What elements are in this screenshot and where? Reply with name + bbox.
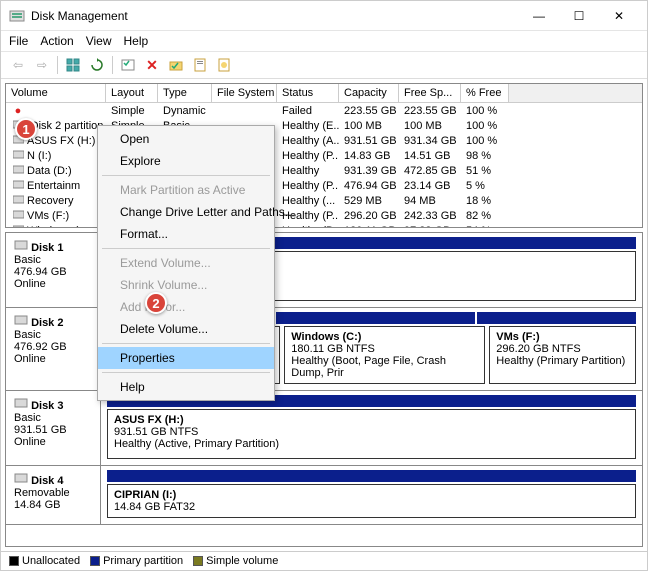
context-menu: Open Explore Mark Partition as Active Ch… xyxy=(97,125,275,401)
refresh-button[interactable] xyxy=(86,55,108,75)
col-filesystem[interactable]: File System xyxy=(212,84,277,102)
disk-type: Basic xyxy=(14,412,41,424)
ctx-explore[interactable]: Explore xyxy=(98,150,274,172)
toolbar-checklist-icon[interactable] xyxy=(117,55,139,75)
ctx-shrink: Shrink Volume... xyxy=(98,274,274,296)
disk-status: Online xyxy=(14,353,46,365)
ctx-help[interactable]: Help xyxy=(98,376,274,398)
window-minimize-button[interactable]: — xyxy=(519,2,559,30)
ctx-extend: Extend Volume... xyxy=(98,252,274,274)
col-status[interactable]: Status xyxy=(277,84,339,102)
toolbar-grid-icon[interactable] xyxy=(62,55,84,75)
delete-button[interactable]: ✕ xyxy=(141,55,163,75)
ctx-mark-active: Mark Partition as Active xyxy=(98,179,274,201)
disk-name: Disk 3 xyxy=(31,400,63,412)
disk-info[interactable]: Disk 3 Basic 931.51 GB Online xyxy=(6,391,101,465)
toolbar-folder-check-icon[interactable] xyxy=(165,55,187,75)
ctx-change-letter[interactable]: Change Drive Letter and Paths... xyxy=(98,201,274,223)
disk-info[interactable]: Disk 1 Basic 476.94 GB Online xyxy=(6,233,101,307)
disk-icon xyxy=(14,397,28,409)
col-layout[interactable]: Layout xyxy=(106,84,158,102)
ctx-properties[interactable]: Properties xyxy=(98,347,274,369)
disk-type: Removable xyxy=(14,487,70,499)
forward-button: ⇨ xyxy=(31,55,53,75)
col-freespace[interactable]: Free Sp... xyxy=(399,84,461,102)
menu-action[interactable]: Action xyxy=(40,34,73,48)
disk-info[interactable]: Disk 4 Removable 14.84 GB xyxy=(6,466,101,524)
legend-simple: Simple volume xyxy=(193,555,278,567)
disk-type: Basic xyxy=(14,254,41,266)
window-close-button[interactable]: ✕ xyxy=(599,2,639,30)
disk-row: Disk 3 Basic 931.51 GB Online ASUS FX (H… xyxy=(6,391,642,466)
disk-capacity: 476.92 GB xyxy=(14,341,67,353)
disk-row: Disk 4 Removable 14.84 GB CIPRIAN (I:) 1… xyxy=(6,466,642,525)
partition[interactable]: ASUS FX (H:) 931.51 GB NTFS Healthy (Act… xyxy=(107,409,636,459)
disk-icon xyxy=(14,239,28,251)
partition[interactable]: VMs (F:) 296.20 GB NTFS Healthy (Primary… xyxy=(489,326,636,384)
callout-badge-1: 1 xyxy=(15,118,37,140)
disk-status: Online xyxy=(14,436,46,448)
ctx-open[interactable]: Open xyxy=(98,128,274,150)
menu-help[interactable]: Help xyxy=(124,34,149,48)
disk-name: Disk 4 xyxy=(31,475,63,487)
menu-view[interactable]: View xyxy=(86,34,112,48)
window-title: Disk Management xyxy=(31,9,519,23)
back-button: ⇦ xyxy=(7,55,29,75)
callout-badge-2: 2 xyxy=(145,292,167,314)
app-icon xyxy=(9,8,25,24)
col-volume[interactable]: Volume xyxy=(6,84,106,102)
menubar: File Action View Help xyxy=(1,31,647,51)
col-type[interactable]: Type xyxy=(158,84,212,102)
partition[interactable]: CIPRIAN (I:) 14.84 GB FAT32 xyxy=(107,484,636,518)
window-titlebar: Disk Management — ☐ ✕ xyxy=(1,1,647,31)
col-pctfree[interactable]: % Free xyxy=(461,84,509,102)
toolbar: ⇦ ⇨ ✕ xyxy=(1,51,647,79)
disk-capacity: 14.84 GB xyxy=(14,499,60,511)
disk-icon xyxy=(14,314,28,326)
ctx-format[interactable]: Format... xyxy=(98,223,274,245)
menu-file[interactable]: File xyxy=(9,34,28,48)
col-capacity[interactable]: Capacity xyxy=(339,84,399,102)
disk-capacity: 476.94 GB xyxy=(14,266,67,278)
help-button[interactable] xyxy=(213,55,235,75)
disk-icon xyxy=(14,472,28,484)
disk-status: Online xyxy=(14,278,46,290)
disk-capacity: 931.51 GB xyxy=(14,424,67,436)
partition-stripe xyxy=(107,470,636,482)
disk-name: Disk 1 xyxy=(31,242,63,254)
disk-info[interactable]: Disk 2 Basic 476.92 GB Online xyxy=(6,308,101,390)
ctx-add-mirror: Add Mirror... xyxy=(98,296,274,318)
legend-primary: Primary partition xyxy=(90,555,183,567)
disk-type: Basic xyxy=(14,329,41,341)
ctx-delete[interactable]: Delete Volume... xyxy=(98,318,274,340)
legend: Unallocated Primary partition Simple vol… xyxy=(1,551,647,570)
partition[interactable]: Windows (C:) 180.11 GB NTFS Healthy (Boo… xyxy=(284,326,485,384)
volume-row[interactable]: ●SimpleDynamicFailed223.55 GB223.55 GB10… xyxy=(6,103,642,118)
disk-name: Disk 2 xyxy=(31,317,63,329)
window-maximize-button[interactable]: ☐ xyxy=(559,2,599,30)
properties-button[interactable] xyxy=(189,55,211,75)
volume-list-header: Volume Layout Type File System Status Ca… xyxy=(6,84,642,103)
legend-unallocated: Unallocated xyxy=(9,555,80,567)
